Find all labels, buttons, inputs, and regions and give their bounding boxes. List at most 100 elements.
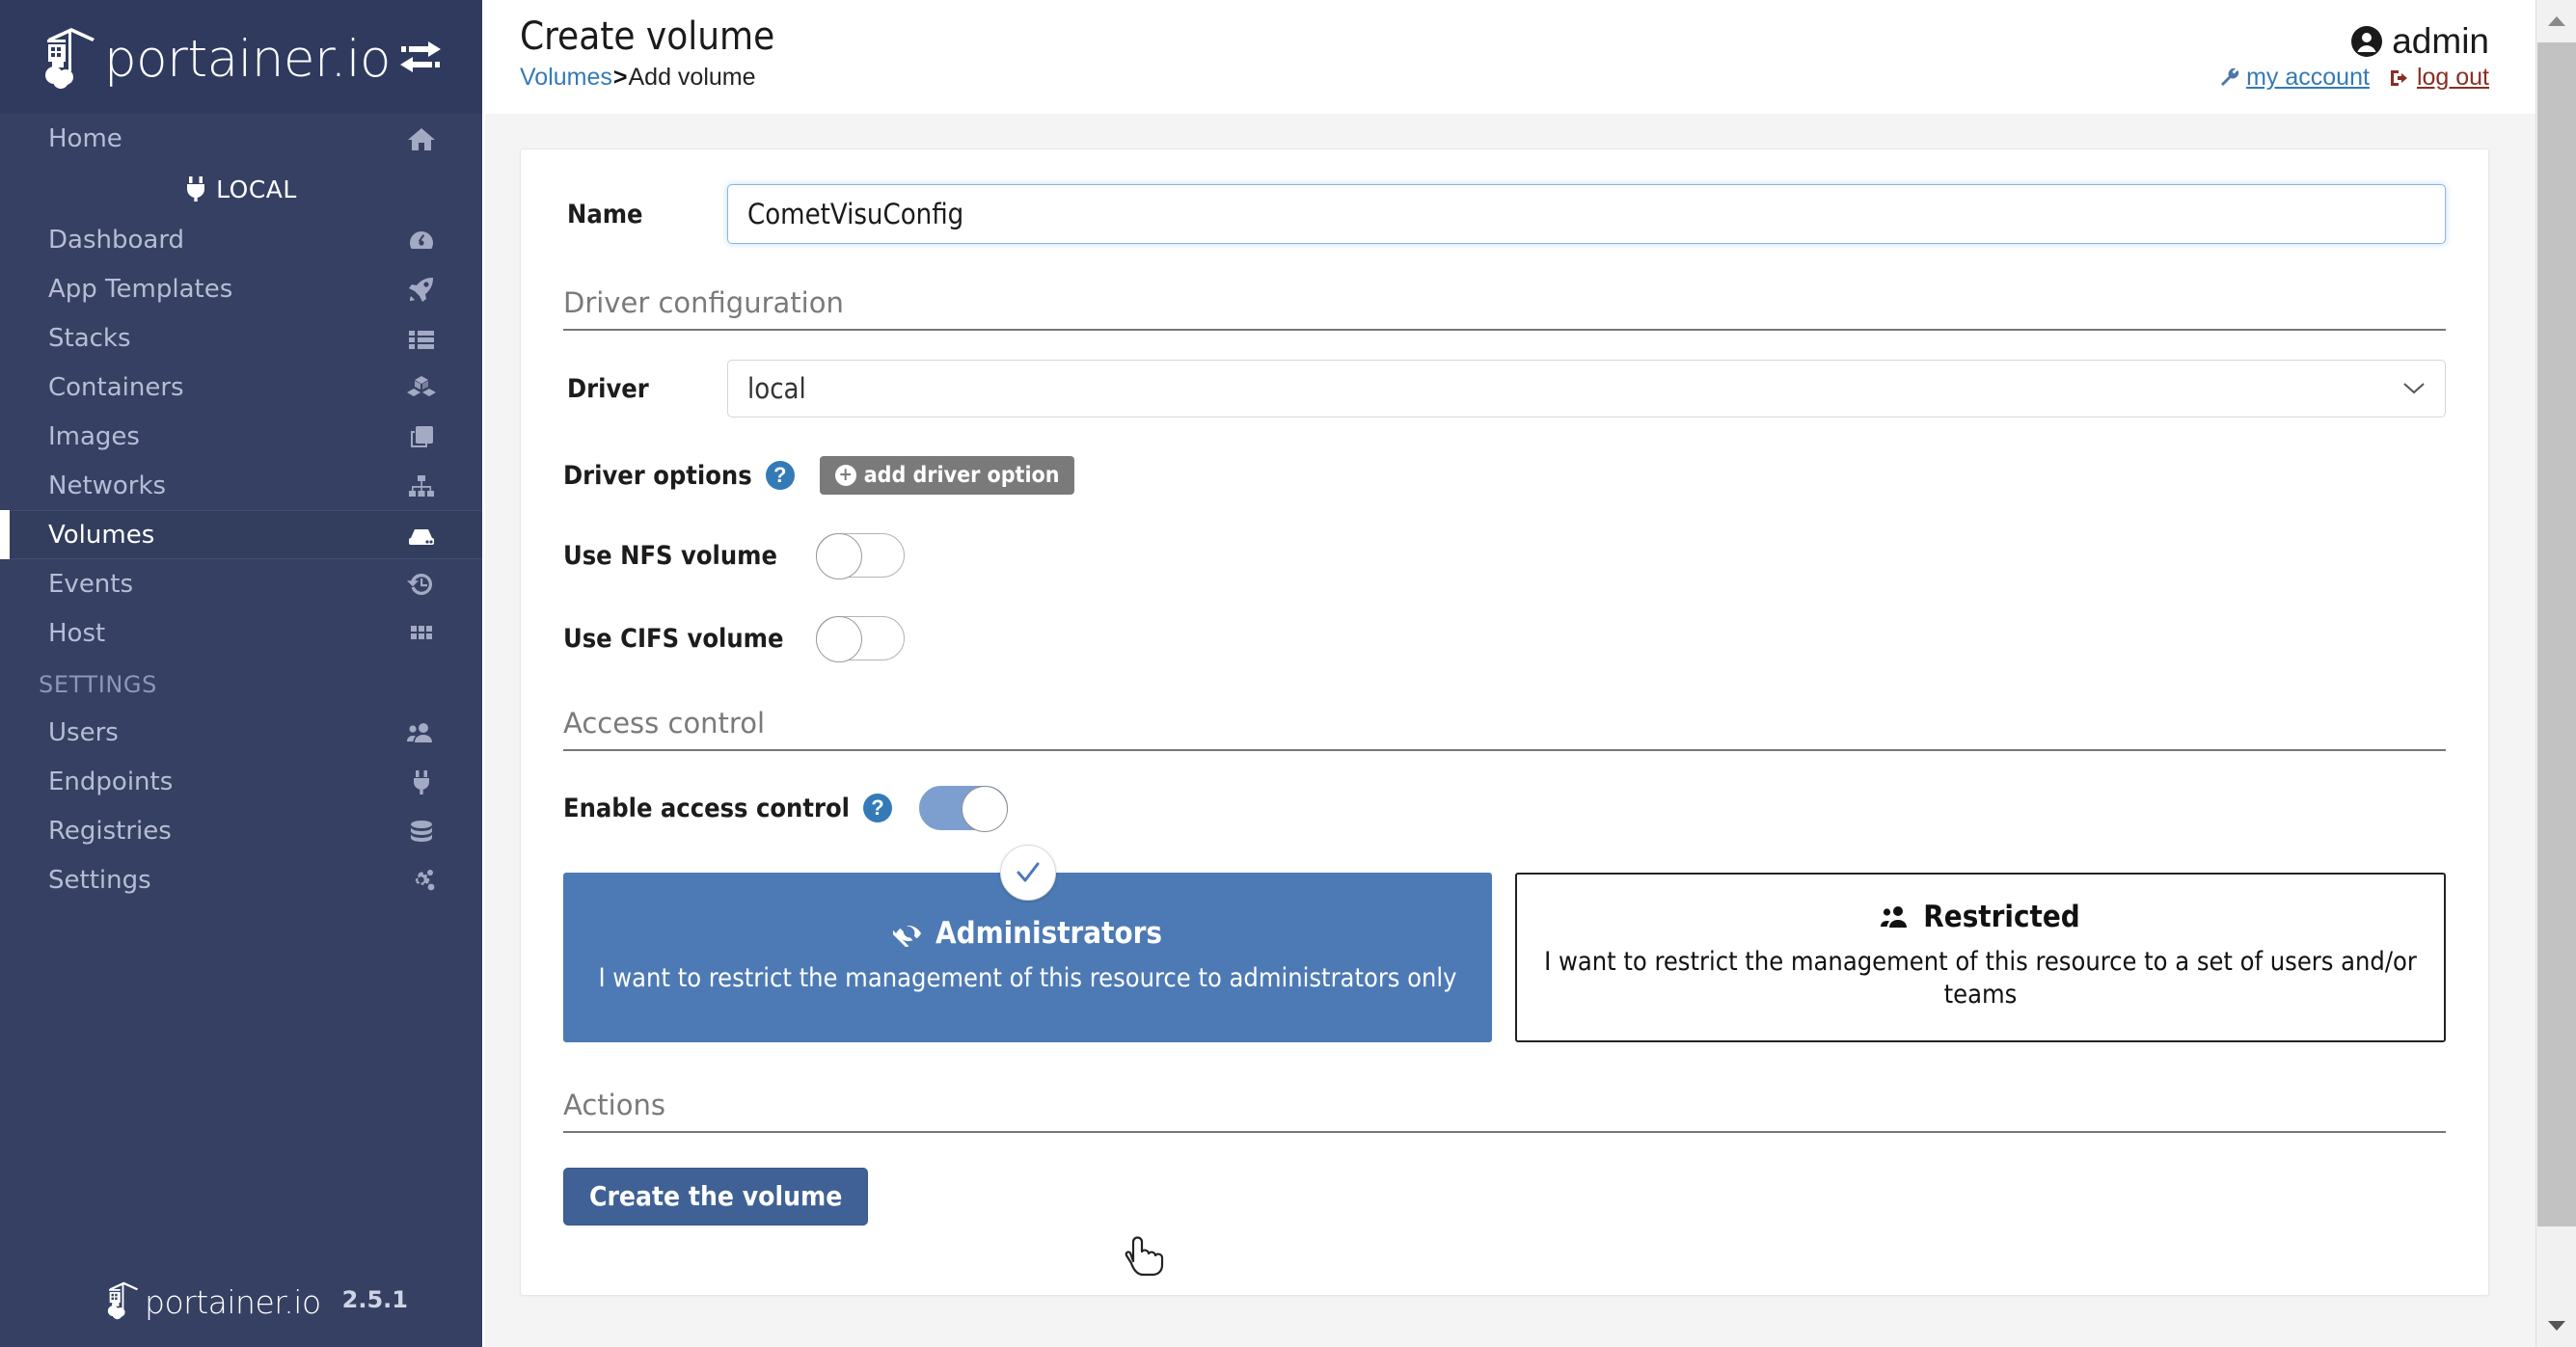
cogs-icon: [415, 869, 435, 890]
enable-access-control-row: Enable access control ?: [563, 786, 2446, 832]
brand-name: portainer.io: [104, 30, 391, 89]
my-account-link-group[interactable]: my account: [2218, 64, 2370, 92]
breadcrumb-separator: >: [612, 64, 628, 91]
sidebar-item-label: Stacks: [48, 323, 131, 353]
toggle-knob: [816, 533, 862, 579]
scrollbar-down-button[interactable]: [2536, 1305, 2576, 1347]
create-volume-panel: Name Driver configuration Driver local: [520, 148, 2489, 1296]
sidebar-item-label: Networks: [48, 471, 167, 500]
sidebar-item-label: Volumes: [48, 520, 155, 550]
nfs-row: Use NFS volume: [563, 533, 2446, 579]
access-control-options: Administrators I want to restrict the ma…: [563, 845, 2446, 1042]
sidebar-item-dashboard[interactable]: Dashboard: [0, 215, 482, 264]
volume-name-input[interactable]: [727, 184, 2446, 244]
home-icon: [408, 127, 435, 150]
content-wrapper: Name Driver configuration Driver local: [485, 114, 2576, 1347]
sidebar-item-label: Settings: [48, 865, 151, 895]
sidebar-item-label: Dashboard: [48, 225, 185, 255]
sidebar-item-registries[interactable]: Registries: [0, 806, 482, 855]
sidebar-item-home[interactable]: Home: [0, 114, 482, 163]
enable-access-control-toggle[interactable]: [918, 786, 1008, 832]
sidebar-item-settings[interactable]: Settings: [0, 855, 482, 904]
create-volume-button[interactable]: Create the volume: [563, 1167, 869, 1226]
driver-options-row: Driver options ? + add driver option: [563, 456, 2446, 495]
sidebar-item-host[interactable]: Host: [0, 608, 482, 658]
clone-icon: [411, 425, 433, 447]
user-name-row: admin: [2218, 21, 2489, 62]
user-block: admin my account log out: [2218, 15, 2489, 92]
sidebar-item-label: Users: [48, 717, 119, 747]
portainer-crane-logo-icon: [45, 28, 95, 89]
toggle-knob: [961, 786, 1008, 832]
logout-link-group[interactable]: log out: [2389, 64, 2489, 92]
sidebar-footer: portainer.io 2.5.1: [0, 1253, 482, 1347]
access-option-title: Administrators: [893, 916, 1162, 951]
sidebar-item-label: Home: [48, 123, 122, 153]
driver-selected-value: local: [747, 372, 806, 405]
exchange-arrows-icon[interactable]: [397, 34, 444, 80]
sidebar-item-label: Host: [48, 618, 106, 648]
cifs-label: Use CIFS volume: [563, 623, 784, 654]
my-account-link[interactable]: my account: [2246, 64, 2370, 92]
access-option-description: I want to restrict the management of thi…: [598, 962, 1457, 993]
cifs-toggle[interactable]: [816, 616, 905, 662]
rocket-icon: [409, 277, 433, 302]
history-icon: [407, 573, 433, 595]
sidebar-item-containers[interactable]: Containers: [0, 363, 482, 412]
access-option-restricted[interactable]: Restricted I want to restrict the manage…: [1515, 873, 2446, 1042]
sidebar-item-label: Containers: [48, 372, 184, 402]
list-icon: [409, 330, 434, 349]
eye-slash-icon: [893, 925, 922, 947]
sidebar-item-networks[interactable]: Networks: [0, 461, 482, 510]
sidebar-header: portainer.io: [0, 0, 482, 114]
sidebar-item-label: Registries: [48, 816, 172, 846]
wrench-icon: [2221, 67, 2239, 86]
toggle-knob: [816, 616, 862, 662]
access-option-administrators[interactable]: Administrators I want to restrict the ma…: [563, 845, 1492, 1042]
page-heading-group: Create volume Volumes>Add volume: [520, 15, 774, 92]
breadcrumb-link-volumes[interactable]: Volumes: [520, 64, 612, 91]
sidebar-item-events[interactable]: Events: [0, 559, 482, 608]
app-version: 2.5.1: [341, 1286, 408, 1313]
driver-options-help-icon[interactable]: ?: [765, 461, 795, 490]
th-icon: [411, 625, 432, 639]
check-icon: [1017, 862, 1039, 882]
driver-select[interactable]: local: [727, 360, 2446, 418]
add-driver-option-label: add driver option: [863, 463, 1060, 488]
scrollbar-up-button[interactable]: [2536, 0, 2576, 42]
plug-icon: [414, 769, 429, 795]
topbar: Create volume Volumes>Add volume admin m…: [485, 0, 2576, 114]
actions-section-title: Actions: [563, 1089, 2446, 1133]
sidebar-item-users[interactable]: Users: [0, 708, 482, 757]
sidebar-item-endpoints[interactable]: Endpoints: [0, 757, 482, 806]
scrollbar-thumb[interactable]: [2536, 42, 2576, 1226]
footer-brand: portainer.io: [106, 1280, 321, 1320]
brand-logo-group[interactable]: portainer.io: [42, 25, 391, 89]
page-scrollbar[interactable]: [2535, 0, 2576, 1347]
access-control-help-icon[interactable]: ?: [862, 794, 892, 822]
enable-access-control-label: Enable access control: [563, 793, 850, 823]
chevron-down-icon: [2403, 383, 2425, 394]
endpoint-local-indicator: LOCAL: [0, 163, 482, 215]
logout-link[interactable]: log out: [2417, 64, 2489, 92]
local-label: LOCAL: [216, 175, 297, 203]
user-circle-icon: [2351, 26, 2383, 57]
add-driver-option-button[interactable]: + add driver option: [819, 456, 1075, 495]
database-icon: [411, 820, 432, 842]
sidebar-item-label: Endpoints: [48, 767, 174, 796]
sidebar-item-volumes[interactable]: Volumes: [0, 510, 482, 559]
driver-options-label: Driver options: [563, 460, 752, 491]
sidebar-item-stacks[interactable]: Stacks: [0, 313, 482, 363]
sidebar-item-app-templates[interactable]: App Templates: [0, 264, 482, 313]
name-label: Name: [567, 199, 643, 229]
access-option-title: Restricted: [1881, 900, 2080, 934]
sign-out-icon: [2390, 69, 2407, 86]
driver-label: Driver: [567, 373, 649, 404]
nfs-toggle[interactable]: [816, 533, 905, 579]
name-row: Name: [563, 184, 2446, 244]
username-label: admin: [2392, 21, 2489, 61]
sidebar-item-label: Events: [48, 569, 134, 599]
sitemap-icon: [409, 474, 434, 497]
driver-row: Driver local: [563, 360, 2446, 418]
sidebar-item-images[interactable]: Images: [0, 412, 482, 461]
